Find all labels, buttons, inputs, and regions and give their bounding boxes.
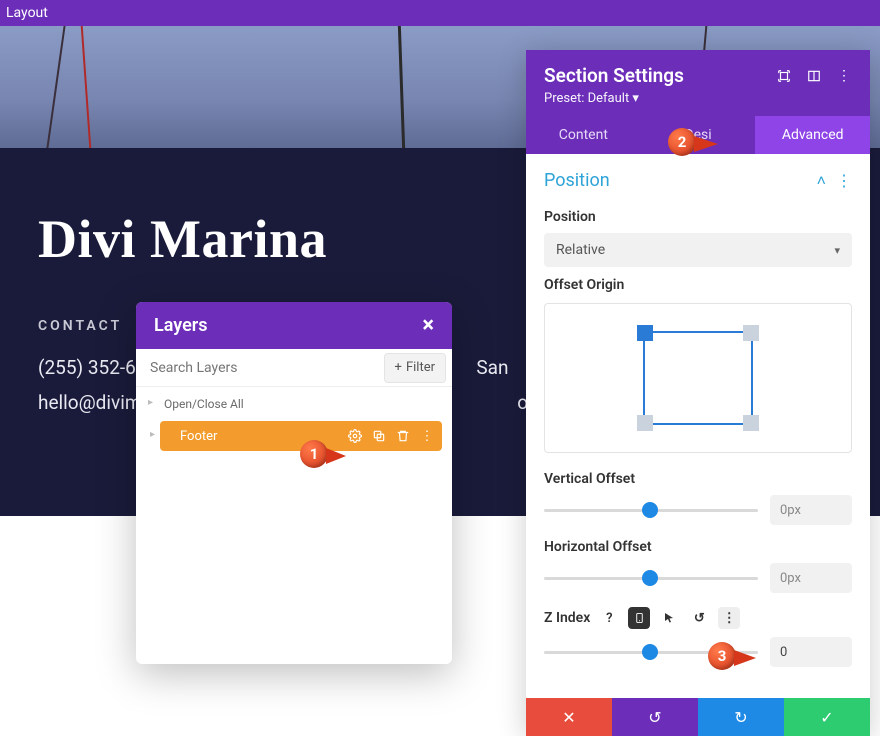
select-caret-icon: ▾ bbox=[834, 244, 840, 257]
offset-origin-picker[interactable] bbox=[544, 303, 852, 453]
settings-title: Section Settings bbox=[544, 64, 684, 87]
open-close-all[interactable]: Open/Close All bbox=[136, 387, 452, 421]
kebab-icon[interactable]: ⋮ bbox=[718, 607, 740, 629]
search-input[interactable] bbox=[136, 360, 384, 376]
annotation-badge-2: 2 bbox=[668, 128, 696, 156]
save-button[interactable]: ✓ bbox=[784, 698, 870, 736]
annotation-arrow-1 bbox=[326, 448, 346, 464]
annotation-badge-1: 1 bbox=[300, 440, 328, 468]
duplicate-icon[interactable] bbox=[372, 429, 386, 443]
top-bar: Layout bbox=[0, 0, 880, 26]
redo-button[interactable]: ↻ bbox=[698, 698, 784, 736]
kebab-icon[interactable]: ⋮ bbox=[836, 171, 852, 191]
kebab-icon[interactable]: ⋮ bbox=[420, 429, 434, 443]
vertical-offset-value[interactable]: 0px bbox=[770, 495, 852, 525]
z-index-input[interactable] bbox=[770, 637, 852, 667]
horizontal-offset-label: Horizontal Offset bbox=[544, 539, 852, 555]
tab-advanced[interactable]: Advanced bbox=[755, 116, 870, 154]
layers-panel: Layers × + Filter Open/Close All Footer … bbox=[136, 302, 452, 664]
cancel-button[interactable]: ✕ bbox=[526, 698, 612, 736]
annotation-arrow-3 bbox=[734, 650, 756, 666]
layer-item-actions: ⋮ bbox=[348, 429, 434, 443]
gear-icon[interactable] bbox=[348, 429, 362, 443]
anchor-top-left[interactable] bbox=[637, 325, 653, 341]
layer-item-label: Footer bbox=[180, 429, 348, 444]
anchor-top-right[interactable] bbox=[743, 325, 759, 341]
hover-icon[interactable] bbox=[658, 607, 680, 629]
expand-icon[interactable] bbox=[776, 68, 792, 84]
top-bar-title: Layout bbox=[6, 5, 48, 21]
preset-selector[interactable]: Preset: Default ▾ bbox=[544, 91, 852, 106]
vertical-offset-label: Vertical Offset bbox=[544, 471, 852, 487]
mobile-icon[interactable] bbox=[628, 607, 650, 629]
settings-body: Position ˄ ⋮ Position Relative ▾ Offset … bbox=[526, 154, 870, 698]
tab-content[interactable]: Content bbox=[526, 116, 641, 154]
settings-footer: ✕ ↺ ↻ ✓ bbox=[526, 698, 870, 736]
section-position-header[interactable]: Position ˄ ⋮ bbox=[544, 154, 852, 199]
anchor-bottom-right[interactable] bbox=[743, 415, 759, 431]
annotation-arrow-2 bbox=[694, 136, 718, 152]
horizontal-offset-slider[interactable] bbox=[544, 568, 758, 588]
layers-search-row: + Filter bbox=[136, 349, 452, 387]
reset-icon[interactable]: ↺ bbox=[688, 607, 710, 629]
z-index-row: Z Index ? ↺ ⋮ bbox=[544, 607, 852, 629]
layers-header: Layers × bbox=[136, 302, 452, 349]
vertical-offset-slider[interactable] bbox=[544, 500, 758, 520]
plus-icon: + bbox=[395, 360, 402, 375]
close-icon[interactable]: × bbox=[422, 313, 434, 338]
chevron-up-icon[interactable]: ˄ bbox=[817, 171, 826, 191]
trash-icon[interactable] bbox=[396, 429, 410, 443]
help-icon[interactable]: ? bbox=[598, 607, 620, 629]
anchor-bottom-left[interactable] bbox=[637, 415, 653, 431]
kebab-icon[interactable]: ⋮ bbox=[836, 68, 852, 84]
position-label: Position bbox=[544, 209, 852, 225]
position-select[interactable]: Relative ▾ bbox=[544, 233, 852, 267]
offset-origin-label: Offset Origin bbox=[544, 277, 852, 293]
settings-header: Section Settings ⋮ Preset: Default ▾ bbox=[526, 50, 870, 116]
layers-title: Layers bbox=[154, 315, 208, 336]
columns-icon[interactable] bbox=[806, 68, 822, 84]
undo-button[interactable]: ↺ bbox=[612, 698, 698, 736]
filter-button[interactable]: + Filter bbox=[384, 353, 446, 383]
annotation-badge-3: 3 bbox=[708, 642, 736, 670]
settings-panel: Section Settings ⋮ Preset: Default ▾ Con… bbox=[526, 50, 870, 736]
horizontal-offset-value[interactable]: 0px bbox=[770, 563, 852, 593]
